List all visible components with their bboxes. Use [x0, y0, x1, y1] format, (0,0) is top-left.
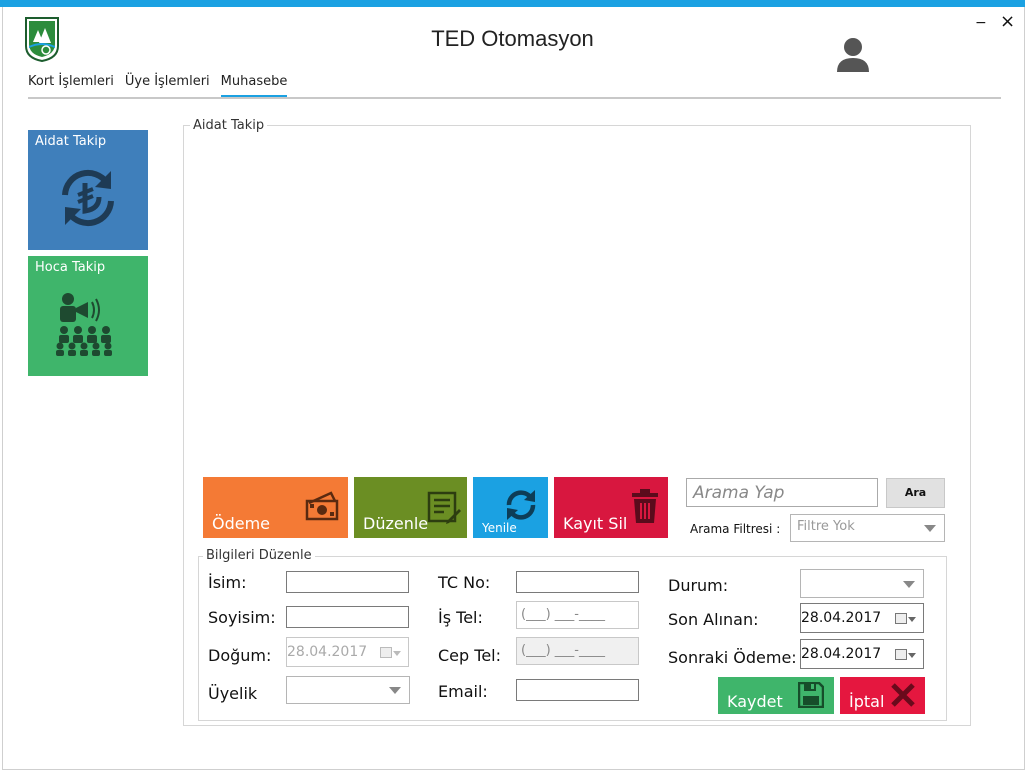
- menu-item-muhasebe[interactable]: Muhasebe: [220, 74, 288, 98]
- chevron-down-icon: [924, 525, 936, 532]
- menu-divider: [28, 97, 1001, 99]
- save-icon: [798, 682, 824, 708]
- isim-input[interactable]: [286, 571, 409, 593]
- duzenle-label: Düzenle: [363, 514, 429, 533]
- is-tel-input[interactable]: (___) ___-____: [516, 601, 639, 629]
- edit-list-icon: [427, 491, 461, 524]
- menu-item-kort[interactable]: Kort İşlemleri: [28, 74, 114, 98]
- cep-tel-mask: (___) ___-____: [521, 643, 605, 658]
- window-top-bar: [0, 0, 1025, 7]
- iptal-label: İptal: [849, 692, 885, 711]
- cep-tel-input[interactable]: (___) ___-____: [516, 637, 639, 665]
- soyisim-input[interactable]: [286, 606, 409, 628]
- tile-hoca-takip[interactable]: Hoca Takip: [28, 256, 148, 376]
- calendar-icon[interactable]: [895, 613, 916, 624]
- tile-aidat-takip[interactable]: Aidat Takip: [28, 130, 148, 250]
- main-menu: Kort İşlemleri Üye İşlemleri Muhasebe: [28, 74, 298, 98]
- uyelik-label: Üyelik: [208, 684, 258, 703]
- uyelik-select[interactable]: [286, 676, 410, 704]
- trash-icon: [632, 489, 658, 523]
- tc-input[interactable]: [516, 571, 639, 593]
- tc-label: TC No:: [438, 573, 491, 592]
- iptal-button[interactable]: İptal: [840, 677, 925, 714]
- son-alinan-date-value: 28.04.2017: [801, 610, 882, 626]
- cep-tel-label: Cep Tel:: [438, 646, 501, 665]
- calendar-icon[interactable]: [380, 647, 401, 658]
- tile-aidat-label: Aidat Takip: [35, 134, 107, 149]
- dogum-label: Doğum:: [208, 646, 272, 665]
- is-tel-mask: (___) ___-____: [521, 607, 605, 622]
- dogum-date-value: 28.04.2017: [287, 644, 368, 660]
- teacher-audience-icon: [56, 293, 112, 356]
- sonraki-odeme-date-value: 28.04.2017: [801, 646, 882, 662]
- odeme-label: Ödeme: [212, 514, 271, 533]
- close-icon: [891, 683, 915, 707]
- duzenle-button[interactable]: Düzenle: [354, 477, 467, 538]
- menu-item-uye[interactable]: Üye İşlemleri: [125, 74, 210, 98]
- son-alinan-label: Son Alınan:: [668, 610, 759, 629]
- is-tel-label: İş Tel:: [438, 608, 483, 627]
- sonraki-odeme-label: Sonraki Ödeme:: [668, 648, 797, 667]
- durum-select[interactable]: [800, 569, 924, 598]
- odeme-button[interactable]: Ödeme: [203, 477, 348, 538]
- aidat-takip-group-title: Aidat Takip: [190, 118, 268, 133]
- kayit-sil-button[interactable]: Kayıt Sil: [554, 477, 668, 538]
- money-icon: [305, 491, 339, 521]
- isim-label: İsim:: [208, 573, 247, 592]
- search-input[interactable]: Arama Yap: [686, 478, 878, 507]
- kayit-sil-label: Kayıt Sil: [563, 514, 628, 533]
- email-label: Email:: [438, 682, 488, 701]
- kaydet-button[interactable]: Kaydet: [718, 677, 834, 714]
- bilgileri-duzenle-title: Bilgileri Düzenle: [203, 548, 315, 563]
- yenile-button[interactable]: Yenile: [473, 477, 548, 538]
- refresh-icon: [506, 490, 536, 520]
- calendar-icon[interactable]: [895, 649, 916, 660]
- email-input[interactable]: [516, 679, 639, 701]
- ara-button[interactable]: Ara: [886, 478, 945, 508]
- soyisim-label: Soyisim:: [208, 608, 276, 627]
- filter-select-value: Filtre Yok: [797, 519, 855, 534]
- user-icon[interactable]: [834, 36, 872, 74]
- dogum-date-picker[interactable]: 28.04.2017: [286, 637, 409, 667]
- chevron-down-icon: [389, 687, 401, 694]
- tile-hoca-label: Hoca Takip: [35, 260, 106, 275]
- sonraki-odeme-date-picker[interactable]: 28.04.2017: [800, 639, 924, 669]
- lira-refresh-icon: [62, 169, 114, 227]
- yenile-label: Yenile: [482, 521, 517, 535]
- filter-select[interactable]: Filtre Yok: [790, 514, 945, 542]
- filter-label: Arama Filtresi :: [690, 522, 781, 536]
- chevron-down-icon: [903, 580, 915, 588]
- kaydet-label: Kaydet: [727, 692, 783, 711]
- durum-label: Durum:: [668, 576, 729, 595]
- son-alinan-date-picker[interactable]: 28.04.2017: [800, 603, 924, 633]
